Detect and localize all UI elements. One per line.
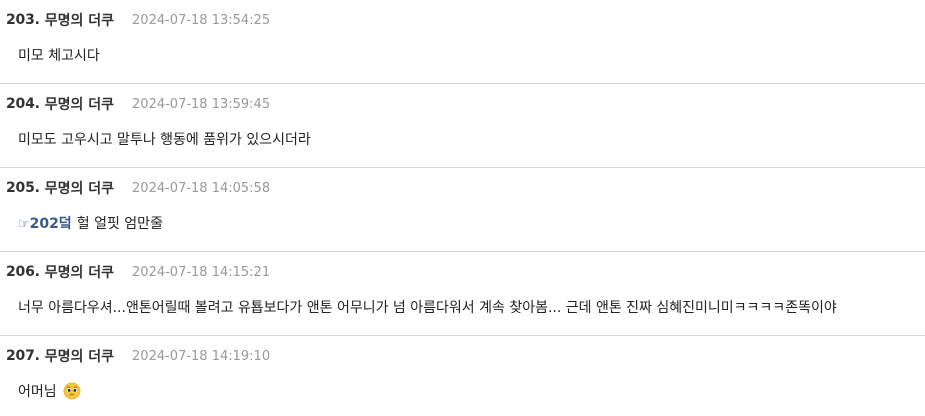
comment-author: 무명의 더쿠: [44, 265, 115, 281]
pointing-hand-icon: ☞: [18, 217, 30, 232]
comment-body: 미모도 고우시고 말투나 행동에 품위가 있으시더라: [18, 129, 311, 149]
comment-body: 미모 체고시다: [18, 45, 100, 65]
comment-author: 무명의 더쿠: [44, 349, 115, 365]
comment-author: 무명의 더쿠: [44, 97, 115, 113]
comment-author: 무명의 더쿠: [44, 13, 115, 29]
comment-timestamp: 2024-07-18 13:54:25: [132, 12, 271, 28]
comment-text: 헐 얼핏 엄만줄: [76, 216, 163, 232]
comment-text: 미모도 고우시고 말투나 행동에 품위가 있으시더라: [18, 132, 311, 148]
comment-body: ☞202덬 헐 얼핏 엄만줄: [18, 213, 163, 233]
comment-timestamp: 2024-07-18 14:15:21: [132, 264, 271, 280]
comment-header: 204. 무명의 더쿠 2024-07-18 13:59:45: [6, 94, 270, 114]
comment-item: 204. 무명의 더쿠 2024-07-18 13:59:45 미모도 고우시고…: [0, 84, 925, 168]
pleading-face-icon: [63, 382, 81, 400]
comment-author: 무명의 더쿠: [44, 181, 115, 197]
comment-text: 어머님: [18, 384, 57, 400]
comment-timestamp: 2024-07-18 13:59:45: [132, 96, 271, 112]
comment-item: 203. 무명의 더쿠 2024-07-18 13:54:25 미모 체고시다: [0, 0, 925, 84]
comment-number[interactable]: 207.: [6, 348, 40, 364]
comment-number[interactable]: 204.: [6, 96, 40, 112]
comment-body: 어머님: [18, 381, 81, 401]
comment-number[interactable]: 206.: [6, 264, 40, 280]
reply-target: 202덬: [29, 216, 72, 232]
comment-list: 203. 무명의 더쿠 2024-07-18 13:54:25 미모 체고시다 …: [0, 0, 925, 416]
comment-body: 너무 아름다우셔...앤톤어릴때 볼려고 유툡보다가 앤톤 어무니가 넘 아름다…: [18, 297, 837, 317]
comment-header: 205. 무명의 더쿠 2024-07-18 14:05:58: [6, 178, 270, 198]
comment-number[interactable]: 205.: [6, 180, 40, 196]
comment-text: 너무 아름다우셔...앤톤어릴때 볼려고 유툡보다가 앤톤 어무니가 넘 아름다…: [18, 300, 837, 316]
comment-item: 206. 무명의 더쿠 2024-07-18 14:15:21 너무 아름다우셔…: [0, 252, 925, 336]
reply-anchor-link[interactable]: ☞202덬: [18, 213, 72, 233]
comment-header: 207. 무명의 더쿠 2024-07-18 14:19:10: [6, 346, 270, 366]
comment-timestamp: 2024-07-18 14:19:10: [132, 348, 271, 364]
comment-header: 203. 무명의 더쿠 2024-07-18 13:54:25: [6, 10, 270, 30]
comment-timestamp: 2024-07-18 14:05:58: [132, 180, 271, 196]
comment-item: 205. 무명의 더쿠 2024-07-18 14:05:58 ☞202덬 헐 …: [0, 168, 925, 252]
comment-item: 207. 무명의 더쿠 2024-07-18 14:19:10 어머님: [0, 336, 925, 416]
comment-number[interactable]: 203.: [6, 12, 40, 28]
comment-text: 미모 체고시다: [18, 48, 100, 64]
comment-header: 206. 무명의 더쿠 2024-07-18 14:15:21: [6, 262, 270, 282]
